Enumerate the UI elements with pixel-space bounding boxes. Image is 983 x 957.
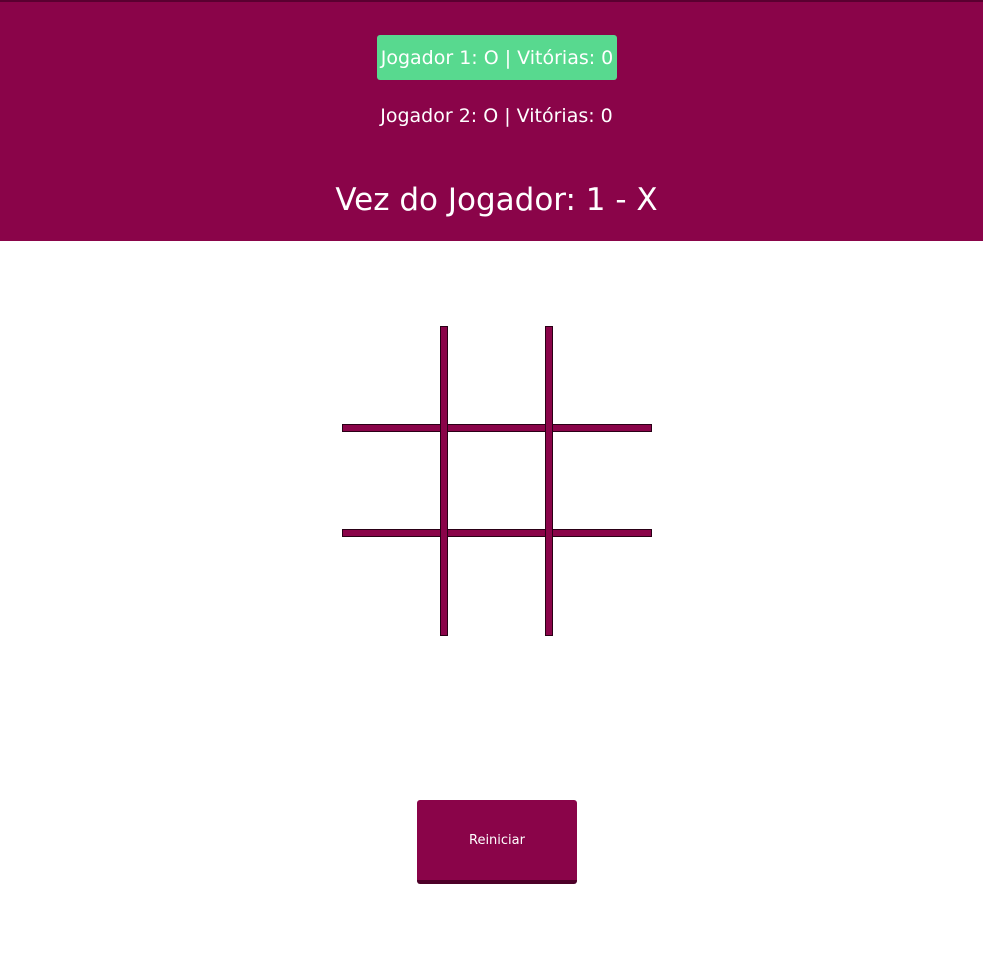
board-cell-4[interactable] bbox=[342, 432, 438, 528]
grid-line-vertical-2 bbox=[545, 326, 553, 636]
board-cell-3[interactable] bbox=[554, 326, 650, 422]
board-cell-9[interactable] bbox=[554, 538, 650, 634]
scoreboard-header: Jogador 1: O | Vitórias: 0 Jogador 2: O … bbox=[0, 0, 983, 241]
grid-line-horizontal-2 bbox=[342, 529, 652, 537]
restart-button[interactable]: Reiniciar bbox=[417, 800, 577, 884]
board-cell-2[interactable] bbox=[448, 326, 544, 422]
board-cell-1[interactable] bbox=[342, 326, 438, 422]
grid-line-vertical-1 bbox=[440, 326, 448, 636]
grid-line-horizontal-1 bbox=[342, 424, 652, 432]
board-cell-8[interactable] bbox=[448, 538, 544, 634]
player2-score: Jogador 2: O | Vitórias: 0 bbox=[380, 105, 613, 127]
game-board bbox=[342, 326, 652, 636]
player1-score-badge: Jogador 1: O | Vitórias: 0 bbox=[377, 35, 617, 80]
board-cell-5[interactable] bbox=[448, 432, 544, 528]
board-cell-6[interactable] bbox=[554, 432, 650, 528]
turn-indicator: Vez do Jogador: 1 - X bbox=[335, 182, 658, 218]
board-cell-7[interactable] bbox=[342, 538, 438, 634]
